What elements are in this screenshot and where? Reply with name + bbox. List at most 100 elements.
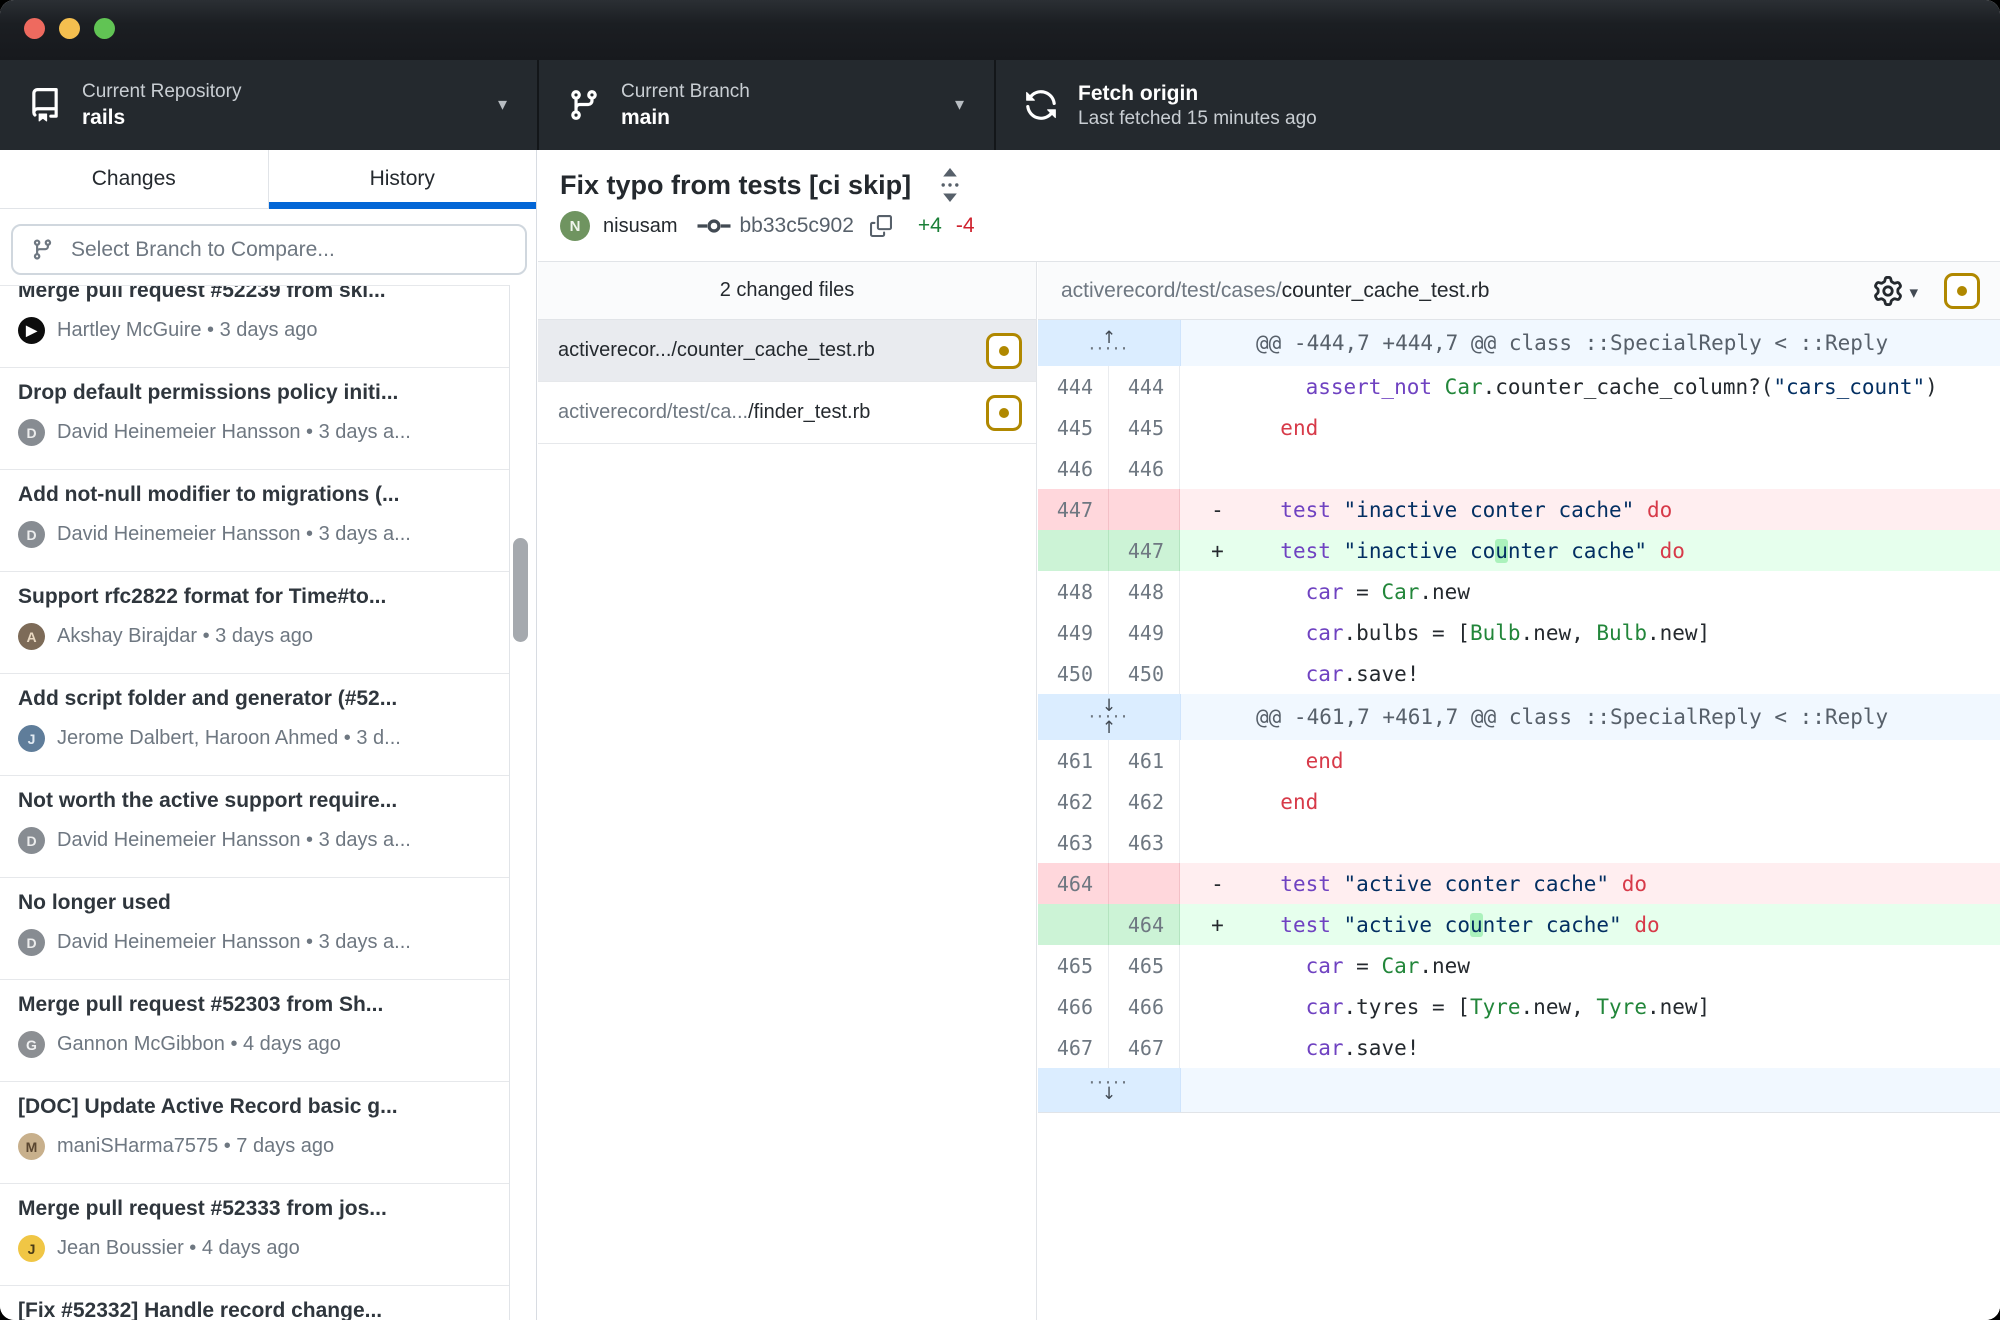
code-line: car.save! bbox=[1255, 1027, 2000, 1068]
avatar: N bbox=[560, 211, 590, 241]
code-line: car = Car.new bbox=[1255, 571, 2000, 612]
commit-list-item[interactable]: Support rfc2822 format for Time#to... AAk… bbox=[0, 572, 509, 674]
commit-list-item[interactable]: No longer usedDDavid Heinemeier Hansson … bbox=[0, 878, 509, 980]
diff-line-context: 450450 car.save! bbox=[1038, 653, 2000, 694]
titlebar bbox=[0, 0, 2000, 60]
diff-hunk-header: ↓·····↑@@ -461,7 +461,7 @@ class ::Speci… bbox=[1038, 694, 2000, 740]
commit-item-byline: Gannon McGibbon • 4 days ago bbox=[57, 1033, 341, 1056]
commit-list-item[interactable]: Merge pull request #52333 from jos...JJe… bbox=[0, 1184, 509, 1286]
old-line-number: 464 bbox=[1038, 863, 1109, 904]
commit-item-meta: MmaniSHarma7575 • 7 days ago bbox=[18, 1133, 493, 1160]
commit-list-item[interactable]: [Fix #52332] Handle record change... bbox=[0, 1286, 509, 1320]
chevron-down-icon: ▾ bbox=[498, 94, 507, 115]
toolbar: Current Repository rails ▾ Current Branc… bbox=[0, 60, 2000, 150]
hunk-gutter: ↓·····↑ bbox=[1038, 694, 1181, 740]
new-line-number: 445 bbox=[1109, 407, 1180, 448]
diff-line-context: 466466 car.tyres = [Tyre.new, Tyre.new] bbox=[1038, 986, 2000, 1027]
changed-file-row[interactable]: activerecord/test/ca.../finder_test.rb bbox=[538, 382, 1036, 444]
expand-hunk-button[interactable]: ·····↓ bbox=[1089, 1079, 1129, 1101]
diff-sign bbox=[1180, 822, 1255, 863]
commit-item-byline: Jean Boussier • 4 days ago bbox=[57, 1237, 300, 1260]
commit-sha: bb33c5c902 bbox=[739, 214, 853, 238]
commit-list-item[interactable]: Add script folder and generator (#52...J… bbox=[0, 674, 509, 776]
diff-sign bbox=[1180, 945, 1255, 986]
diff-line-context: 463463 bbox=[1038, 822, 2000, 863]
diff-line-context: 461461 end bbox=[1038, 740, 2000, 781]
new-line-number: 449 bbox=[1109, 612, 1180, 653]
expand-hunk-button[interactable]: ↑····· bbox=[1089, 332, 1129, 354]
gear-icon[interactable] bbox=[1873, 276, 1903, 306]
commit-list-item[interactable]: Not worth the active support require...D… bbox=[0, 776, 509, 878]
changed-files-panel: 2 changed files activerecor.../counter_c… bbox=[538, 262, 1037, 1320]
expand-arrow-icon: ↓ bbox=[1102, 1088, 1116, 1101]
tab-changes[interactable]: Changes bbox=[0, 150, 269, 208]
diff-line-context: 462462 end bbox=[1038, 781, 2000, 822]
changed-file-row[interactable]: activerecor.../counter_cache_test.rb bbox=[538, 320, 1036, 382]
current-repository-button[interactable]: Current Repository rails ▾ bbox=[0, 60, 537, 150]
expand-commit-icon[interactable] bbox=[935, 168, 965, 202]
commit-item-title: No longer used bbox=[18, 890, 493, 916]
expand-arrow-icon: ↑ bbox=[1102, 722, 1116, 735]
diff-sign bbox=[1180, 986, 1255, 1027]
old-line-number: 467 bbox=[1038, 1027, 1109, 1068]
fetch-origin-button[interactable]: Fetch origin Last fetched 15 minutes ago bbox=[994, 60, 1458, 150]
commit-item-title: Support rfc2822 format for Time#to... bbox=[18, 584, 493, 610]
commit-item-byline: maniSHarma7575 • 7 days ago bbox=[57, 1135, 334, 1158]
current-branch-button[interactable]: Current Branch main ▾ bbox=[537, 60, 994, 150]
close-button[interactable] bbox=[24, 18, 45, 39]
avatar: D bbox=[18, 521, 45, 548]
new-line-number: 447 bbox=[1109, 530, 1180, 571]
old-line-number: 444 bbox=[1038, 366, 1109, 407]
commit-list-item[interactable]: Merge pull request #52239 from ski...▶Ha… bbox=[0, 285, 509, 368]
zoom-button[interactable] bbox=[94, 18, 115, 39]
fetch-origin-label: Fetch origin bbox=[1078, 80, 1317, 107]
expand-hunk-button[interactable]: ↓·····↑ bbox=[1089, 700, 1129, 735]
scrollbar-thumb[interactable] bbox=[513, 538, 528, 642]
commit-list-item[interactable]: Drop default permissions policy initi...… bbox=[0, 368, 509, 470]
dotted-line: ····· bbox=[1089, 345, 1129, 354]
git-branch-icon bbox=[567, 88, 601, 122]
copy-icon[interactable] bbox=[870, 214, 892, 238]
tab-history[interactable]: History bbox=[269, 150, 537, 208]
modified-file-icon bbox=[986, 333, 1022, 369]
select-branch-to-compare-input[interactable] bbox=[11, 224, 527, 275]
file-path: activerecord/test/ca.../finder_test.rb bbox=[558, 401, 974, 424]
code-line: test "active conter cache" do bbox=[1255, 863, 2000, 904]
old-line-number bbox=[1038, 530, 1109, 571]
code-line: test "inactive conter cache" do bbox=[1255, 489, 2000, 530]
avatar: D bbox=[18, 419, 45, 446]
avatar: ▶ bbox=[18, 317, 45, 344]
diff-line-added: 464+ test "active counter cache" do bbox=[1038, 904, 2000, 945]
commit-title: Fix typo from tests [ci skip] bbox=[560, 170, 911, 201]
avatar: J bbox=[18, 1235, 45, 1262]
commit-list-item[interactable]: Add not-null modifier to migrations (...… bbox=[0, 470, 509, 572]
diff-line-context: 448448 car = Car.new bbox=[1038, 571, 2000, 612]
hunk-header-text bbox=[1181, 1068, 2000, 1112]
commit-item-title: Drop default permissions policy initi... bbox=[18, 380, 493, 406]
new-line-number: 463 bbox=[1109, 822, 1180, 863]
sidebar-tabs: Changes History bbox=[0, 150, 536, 209]
old-line-number: 463 bbox=[1038, 822, 1109, 863]
code-line: end bbox=[1255, 740, 2000, 781]
repo-icon bbox=[28, 88, 62, 122]
file-path-prefix: activerecord/test/ca... bbox=[558, 401, 748, 423]
commit-list-item[interactable]: Merge pull request #52303 from Sh...GGan… bbox=[0, 980, 509, 1082]
commit-item-meta: J Jean Boussier • 4 days ago bbox=[18, 1235, 493, 1262]
code-line: assert_not Car.counter_cache_column?("ca… bbox=[1255, 366, 2000, 407]
diff-sign bbox=[1180, 407, 1255, 448]
new-line-number: 444 bbox=[1109, 366, 1180, 407]
current-branch-label: Current Branch bbox=[621, 80, 750, 104]
new-line-number: 446 bbox=[1109, 448, 1180, 489]
old-line-number: 447 bbox=[1038, 489, 1109, 530]
minimize-button[interactable] bbox=[59, 18, 80, 39]
new-line-number: 466 bbox=[1109, 986, 1180, 1027]
commit-list-item[interactable]: [DOC] Update Active Record basic g...Mma… bbox=[0, 1082, 509, 1184]
commit-item-byline: David Heinemeier Hansson • 3 days a... bbox=[57, 931, 411, 954]
diff-sign: + bbox=[1180, 530, 1255, 571]
avatar: D bbox=[18, 827, 45, 854]
commit-item-meta: AAkshay Birajdar • 3 days ago bbox=[18, 623, 493, 650]
avatar: M bbox=[18, 1133, 45, 1160]
commit-item-title: [Fix #52332] Handle record change... bbox=[18, 1298, 493, 1320]
diff-panel: activerecord/test/cases/counter_cache_te… bbox=[1038, 262, 2000, 1320]
additions-count: +4 bbox=[918, 214, 942, 238]
